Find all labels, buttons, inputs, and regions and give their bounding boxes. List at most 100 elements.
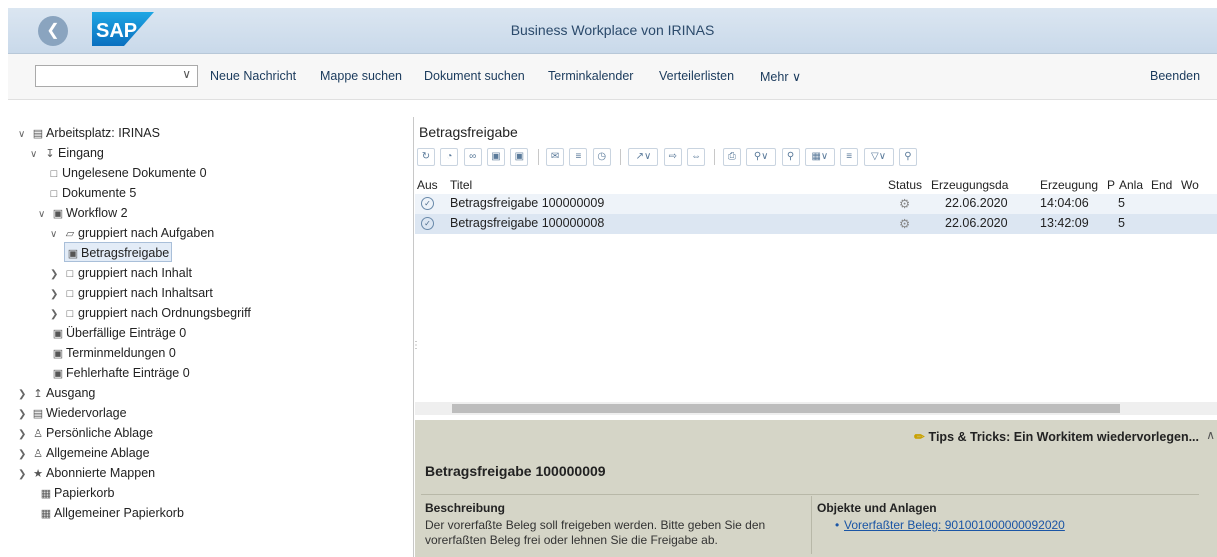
check-circle-icon[interactable]: ✓ <box>421 197 434 210</box>
divider <box>421 494 1199 495</box>
command-dropdown[interactable]: ∨ <box>35 65 198 87</box>
resubmission-icon: ▤ <box>32 408 44 420</box>
open-icon[interactable]: ▣ <box>487 148 506 166</box>
column-titel[interactable]: Titel <box>450 178 472 192</box>
workitem-icon: ▣ <box>67 248 79 260</box>
chevron-right-icon[interactable]: ❯ <box>18 445 30 465</box>
chevron-down-icon[interactable]: ∨ <box>50 225 62 245</box>
chevron-right-icon[interactable]: ❯ <box>18 385 30 405</box>
description-text: Der vorerfaßte Beleg soll freigeben werd… <box>425 518 766 547</box>
subscribed-folder-icon: ★ <box>33 468 43 480</box>
column-erzeugungszeit[interactable]: Erzeugung <box>1040 178 1098 192</box>
chevron-right-icon[interactable]: ❯ <box>50 265 62 285</box>
lightbulb-icon: ✏ <box>914 430 925 444</box>
tree-node-personal-folders[interactable]: ❯ ♙ Persönliche Ablage <box>18 423 153 443</box>
worklist-toolbar: ↻ ◔ ∞ ▣ ▣ ✉ ≡ ◷ ↗∨ ⇨ ⇔ ⎙ ⚲∨ ⚲ ▦∨ ≡ ▽∨ ⚲ <box>417 148 919 170</box>
forward-icon[interactable]: ≡ <box>569 148 588 166</box>
new-message-button[interactable]: Neue Nachricht <box>210 69 296 83</box>
sort-icon[interactable]: ≡ <box>840 148 859 166</box>
tree-node-inbox[interactable]: ∨ ↧ Eingang <box>30 143 104 163</box>
tree-node-shared-folders[interactable]: ❯ ♙ Allgemeine Ablage <box>18 443 150 463</box>
document-icon: □ <box>50 168 58 180</box>
assign-icon[interactable]: ⇨ <box>663 148 682 166</box>
tree-node-grouped-by-task[interactable]: ∨ ▱ gruppiert nach Aufgaben <box>50 223 214 243</box>
chevron-down-icon: ∨ <box>791 70 802 84</box>
more-menu-button[interactable]: Mehr ∨ <box>760 69 801 84</box>
column-end[interactable]: End <box>1151 178 1172 192</box>
worklist-title: Betragsfreigabe <box>419 124 518 140</box>
refresh-icon[interactable]: ↻ <box>417 148 435 166</box>
print-icon[interactable]: ⎙ <box>722 148 741 166</box>
chevron-right-icon[interactable]: ❯ <box>18 405 30 425</box>
worklist-pane: Betragsfreigabe ↻ ◔ ∞ ▣ ▣ ✉ ≡ ◷ ↗∨ ⇨ ⇔ ⎙… <box>415 117 1217 417</box>
tree-node-workplace[interactable]: ∨ ▤ Arbeitsplatz: IRINAS <box>18 123 160 143</box>
tree-node-workflow[interactable]: ∨ ▣ Workflow 2 <box>38 203 128 223</box>
clock-icon[interactable]: ◷ <box>592 148 611 166</box>
chevron-right-icon[interactable]: ❯ <box>18 425 30 445</box>
folder-icon: □ <box>66 268 74 280</box>
tree-node-overdue[interactable]: ▣ Überfällige Einträge 0 <box>50 323 186 343</box>
folder-icon: □ <box>66 288 74 300</box>
object-link[interactable]: Vorerfaßter Beleg: 901001000000092020 <box>844 518 1065 532</box>
zoom-menu-icon[interactable]: ⚲∨ <box>746 148 777 166</box>
workitem-icon: ▣ <box>52 328 64 340</box>
column-aus[interactable]: Aus <box>417 178 438 192</box>
execute-icon[interactable]: ◔ <box>440 148 459 166</box>
exit-button[interactable]: Beenden <box>1150 69 1200 83</box>
table-row[interactable]: ✓ Betragsfreigabe 100000009 ⚙ 22.06.2020… <box>415 194 1217 214</box>
preview-title: Betragsfreigabe 100000009 <box>425 463 606 479</box>
chevron-down-icon[interactable]: ∨ <box>30 145 42 165</box>
workitem-icon: ▣ <box>52 368 64 380</box>
column-status[interactable]: Status <box>888 178 922 192</box>
appointment-calendar-button[interactable]: Terminkalender <box>548 69 633 83</box>
tree-node-shared-trash[interactable]: ▦ Allgemeiner Papierkorb <box>38 503 184 523</box>
trash-icon: ▦ <box>40 508 52 520</box>
chevron-down-icon[interactable]: ∨ <box>38 205 50 225</box>
divider <box>811 496 812 554</box>
filter-menu-icon[interactable]: ▽∨ <box>863 148 894 166</box>
horizontal-scrollbar[interactable] <box>415 402 1217 415</box>
workflow-icon: ▣ <box>52 208 64 220</box>
objects-heading: Objekte und Anlagen <box>817 501 937 515</box>
tree-node-grouped-by-content-type[interactable]: ❯ □ gruppiert nach Inhaltsart <box>50 283 213 303</box>
column-erzeugungsdatum[interactable]: Erzeugungsda <box>931 178 1008 192</box>
inbox-icon: ↧ <box>45 148 55 160</box>
scroll-up-icon[interactable]: ∧ <box>1206 428 1215 442</box>
tree-node-trash[interactable]: ▦ Papierkorb <box>38 483 115 503</box>
tree-node-grouped-by-sort-key[interactable]: ❯ □ gruppiert nach Ordnungsbegriff <box>50 303 251 323</box>
preview-pane: ✏ Tips & Tricks: Ein Workitem wiedervorle… <box>415 420 1217 557</box>
check-circle-icon[interactable]: ✓ <box>421 217 434 230</box>
column-attachments[interactable]: Anla <box>1119 178 1143 192</box>
details-icon[interactable]: ▣ <box>510 148 529 166</box>
tree-node-betragsfreigabe[interactable]: ▣ Betragsfreigabe <box>64 242 173 262</box>
display-icon[interactable]: ∞ <box>463 148 482 166</box>
tree-node-subscribed-folders[interactable]: ❯ ★ Abonnierte Mappen <box>18 463 155 483</box>
tree-node-resubmission[interactable]: ❯ ▤ Wiedervorlage <box>18 403 127 423</box>
scrollbar-thumb[interactable] <box>452 404 1120 413</box>
find-icon[interactable]: ⚲ <box>781 148 800 166</box>
column-priority[interactable]: P <box>1107 178 1115 192</box>
description-heading: Beschreibung <box>425 501 506 515</box>
mail-icon[interactable]: ✉ <box>546 148 565 166</box>
tree-node-errors[interactable]: ▣ Fehlerhafte Einträge 0 <box>50 363 190 383</box>
chevron-right-icon[interactable]: ❯ <box>18 465 30 485</box>
tips-and-tricks-link[interactable]: ✏ Tips & Tricks: Ein Workitem wiedervorle… <box>914 429 1199 444</box>
distribution-lists-button[interactable]: Verteilerlisten <box>659 69 734 83</box>
search-icon[interactable]: ⚲ <box>898 148 917 166</box>
tree-node-unread-documents[interactable]: □ Ungelesene Dokumente 0 <box>46 163 207 183</box>
column-wo[interactable]: Wo <box>1181 178 1199 192</box>
tree-node-outbox[interactable]: ❯ ↥ Ausgang <box>18 383 95 403</box>
tree-node-grouped-by-content[interactable]: ❯ □ gruppiert nach Inhalt <box>50 263 192 283</box>
tree-node-documents[interactable]: □ Dokumente 5 <box>46 183 137 203</box>
replace-icon[interactable]: ⇔ <box>687 148 706 166</box>
attachment-menu-icon[interactable]: ↗∨ <box>628 148 659 166</box>
find-document-button[interactable]: Dokument suchen <box>424 69 525 83</box>
chevron-down-icon[interactable]: ∨ <box>18 125 30 145</box>
chevron-right-icon[interactable]: ❯ <box>50 305 62 325</box>
chevron-right-icon[interactable]: ❯ <box>50 285 62 305</box>
layout-menu-icon[interactable]: ▦∨ <box>804 148 835 166</box>
table-row[interactable]: ✓ Betragsfreigabe 100000008 ⚙ 22.06.2020… <box>415 214 1217 234</box>
tree-node-deadline-messages[interactable]: ▣ Terminmeldungen 0 <box>50 343 176 363</box>
find-folder-button[interactable]: Mappe suchen <box>320 69 402 83</box>
outbox-icon: ↥ <box>33 388 43 400</box>
